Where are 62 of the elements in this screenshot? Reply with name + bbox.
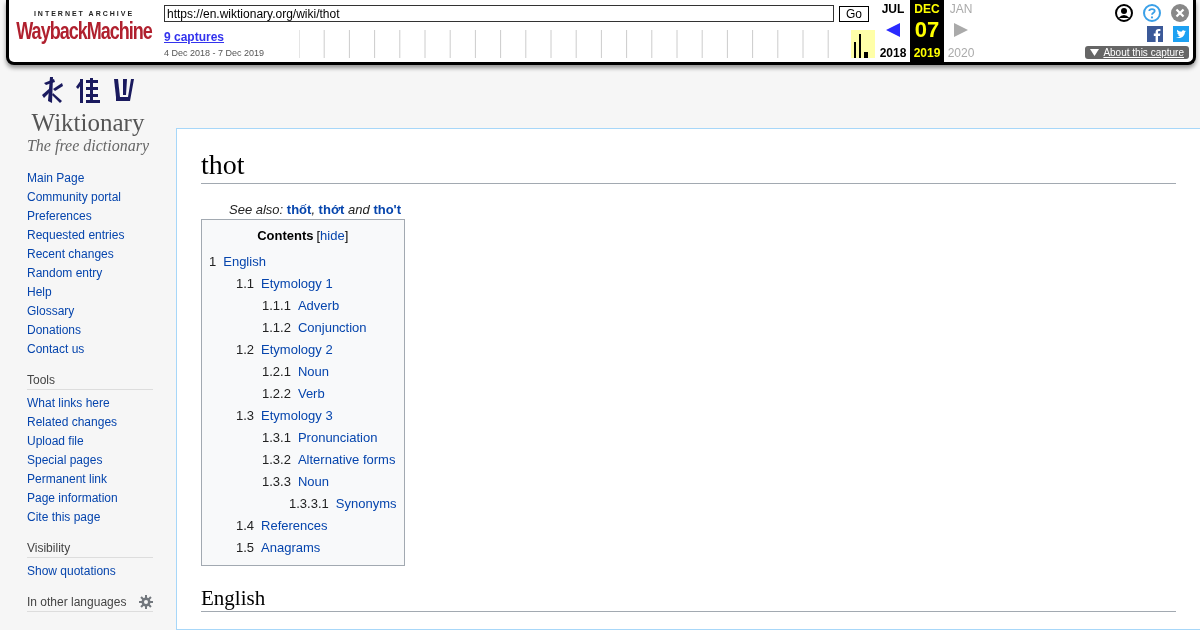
url-field[interactable]: https://en.wiktionary.org/wiki/thot [164,5,834,22]
sidebar-link[interactable]: Recent changes [27,244,153,264]
about-capture-button[interactable]: About this capture [1085,46,1189,59]
sidebar-link[interactable]: Contact us [27,339,153,359]
site-tagline: The free dictionary [26,136,149,155]
sidebar-link[interactable]: Help [27,282,153,302]
page-title: thot [201,149,1176,184]
date-range: 4 Dec 2018 - 7 Dec 2019 [164,48,266,58]
sidebar-link[interactable]: Related changes [27,412,153,432]
toc-entry[interactable]: 1.2.1 Noun [262,364,329,379]
captures-link[interactable]: 9 captures [164,30,299,44]
toc-entry[interactable]: 1.1 Etymology 1 [236,276,333,291]
bracket: ] [344,228,349,243]
go-button[interactable]: Go [839,5,869,22]
sidebar-link[interactable]: Donations [27,320,153,340]
wayback-logo[interactable]: WaybackMachine [16,17,152,46]
sidebar-link[interactable]: Page information [27,488,153,508]
caret-icon [1090,49,1100,56]
sidebar-link[interactable]: Special pages [27,450,153,470]
portal-heading: Tools [27,372,55,387]
toc-entry[interactable]: 1.3.2 Alternative forms [262,452,396,467]
previous-arrow-icon[interactable] [885,22,901,38]
toc-title: Contents [257,228,314,243]
sidebar-link[interactable]: Requested entries [27,225,153,245]
sidebar-link[interactable]: Preferences [27,206,153,226]
close-icon[interactable] [1171,4,1189,22]
sidebar-link[interactable]: Main Page [27,168,153,188]
sidebar-link[interactable]: Cite this page [27,507,153,527]
sidebar-link[interactable]: Show quotations [27,561,153,581]
toc-entry[interactable]: 1.3.1 Pronunciation [262,430,378,445]
toc-entry[interactable]: 1.5 Anagrams [236,540,321,555]
toc-entry[interactable]: 1.2.2 Verb [262,386,325,401]
selected-date[interactable]: DEC 07 2019 [910,0,944,62]
sidebar-link[interactable]: Community portal [27,187,153,207]
hide-link[interactable]: hide [320,228,345,243]
sidebar-link[interactable]: Upload file [27,431,153,451]
sidebar-link[interactable]: Glossary [27,301,153,321]
logo-icon [40,75,136,105]
portal-heading: Visibility [27,540,71,555]
portal-heading: In other languages [27,594,127,609]
sidebar-link[interactable]: What links here [27,393,153,413]
see-also-note: See also: thốt, thớt and tho't [229,202,402,217]
facebook-icon[interactable] [1147,26,1163,42]
toc-entry[interactable]: 1.3 Etymology 3 [236,408,333,423]
toc-entry[interactable]: 1.3.3 Noun [262,474,329,489]
section-heading: English [201,586,1176,612]
help-icon[interactable] [1143,4,1161,22]
gear-icon[interactable] [139,594,153,609]
toc-entry[interactable]: 1 English [209,254,266,269]
next-arrow-icon[interactable] [953,22,969,38]
user-icon[interactable] [1115,4,1133,22]
toc-entry[interactable]: 1.4 References [236,518,328,533]
toc-entry[interactable]: 1.1.2 Conjunction [262,320,367,335]
toc-entry[interactable]: 1.1.1 Adverb [262,298,340,313]
site-title[interactable]: Wiktionary [31,109,145,137]
toc-entry[interactable]: 1.2 Etymology 2 [236,342,333,357]
sidebar-link[interactable]: Permanent link [27,469,153,489]
month-link[interactable]: JUL 2018 [876,0,910,62]
twitter-icon[interactable] [1173,26,1189,42]
bracket: [ [316,228,321,243]
sidebar-link[interactable]: Random entry [27,263,153,283]
toc-entry[interactable]: 1.3.3.1 Synonyms [289,496,397,511]
